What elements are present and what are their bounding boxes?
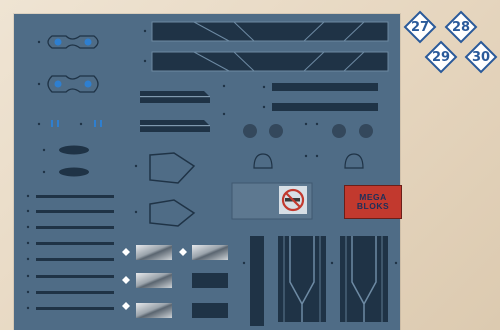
- wedge-decals: [140, 84, 226, 132]
- dome-decals: [253, 153, 364, 169]
- tech-panel-right: [340, 236, 388, 322]
- marker-30: 30: [464, 40, 498, 74]
- marker-28-label: 28: [451, 19, 471, 35]
- marker-30-label: 30: [471, 49, 491, 65]
- hex-outline-decals: [134, 152, 196, 227]
- marker-29: 29: [424, 40, 458, 74]
- tech-panel-left: [278, 236, 326, 322]
- chevron-bar-second: [151, 51, 389, 72]
- marker-dots-row: [37, 120, 102, 127]
- nameplate-decals: [122, 245, 228, 318]
- oval-decals: [42, 145, 89, 177]
- mega-bloks-line2: BLOKS: [356, 201, 390, 211]
- chevron-bar-top: [151, 21, 389, 42]
- marker-28: 28: [444, 10, 478, 44]
- visor-decal-middle: [37, 75, 99, 93]
- stripe-decals: [26, 194, 114, 310]
- decal-sheet: MEGA BLOKS: [14, 14, 402, 330]
- marker-27: 27: [403, 10, 437, 44]
- visor-decal-top: [37, 35, 99, 49]
- marker-27-label: 27: [410, 19, 430, 35]
- bolt-circle-decals: [243, 122, 373, 138]
- marker-29-label: 29: [431, 49, 451, 65]
- vertical-block-decals: [242, 236, 264, 326]
- decal-artwork: [26, 21, 398, 326]
- mega-bloks-decal: MEGA BLOKS: [344, 185, 402, 219]
- dark-bar-decals: [262, 83, 378, 111]
